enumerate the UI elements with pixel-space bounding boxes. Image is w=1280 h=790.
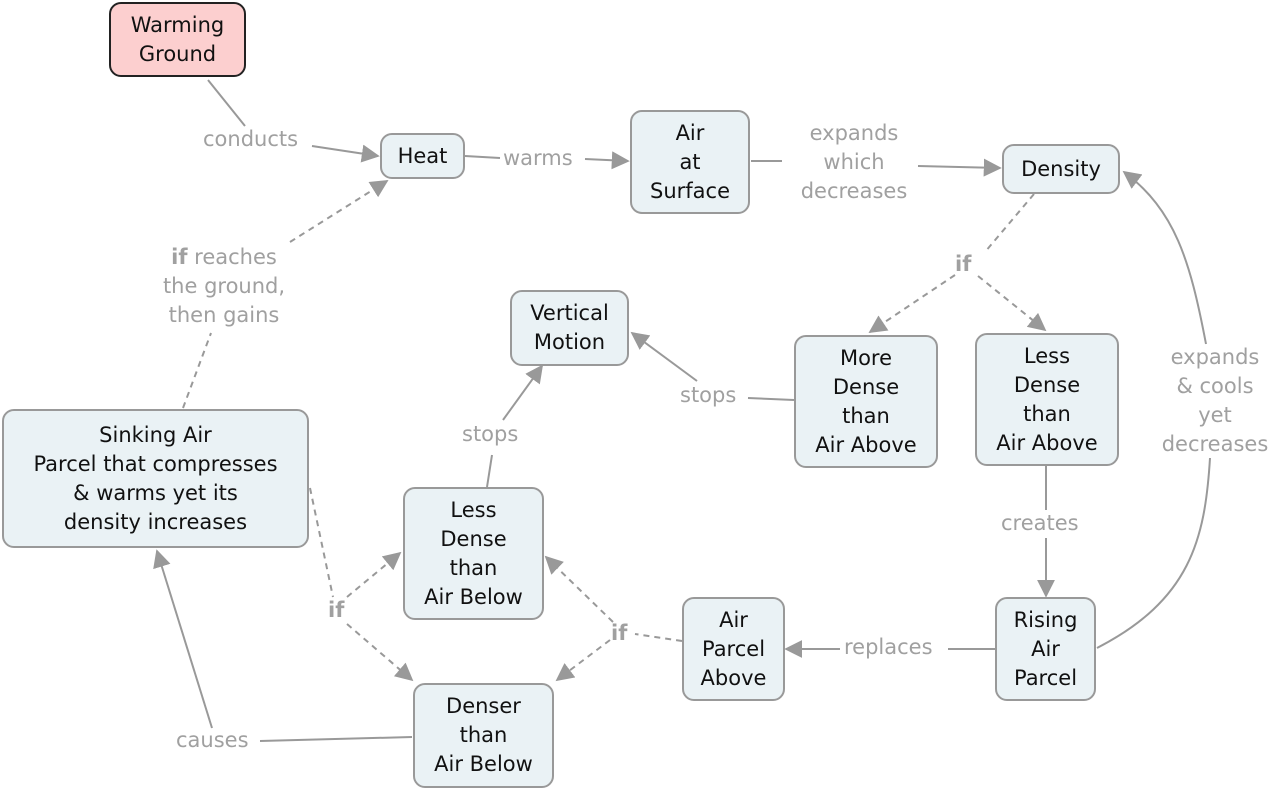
link-less-below-stops: [486, 454, 493, 488]
node-less-dense-below[interactable]: Less Dense than Air Below: [403, 487, 544, 620]
link-ground-conducts: [207, 79, 246, 127]
link-parcel-if: [634, 633, 683, 642]
label-if-density: if: [955, 252, 972, 276]
link-denser-causes: [259, 736, 413, 742]
label-if-left: if: [328, 598, 345, 622]
label-stops-2: stops: [462, 422, 519, 446]
label-creates: creates: [1001, 511, 1079, 535]
link-stops-vertical-2: [502, 364, 544, 421]
link-warms-air: [584, 151, 630, 170]
node-less-dense-above[interactable]: Less Dense than Air Above: [975, 333, 1119, 466]
link-if-denser-below: [555, 639, 611, 682]
link-expands-density-2: [1122, 170, 1207, 345]
node-air-parcel-above[interactable]: Air Parcel Above: [682, 597, 785, 701]
link-if-less-below-2: [346, 551, 402, 598]
label-expands-which-decreases: expands which decreases: [800, 121, 908, 203]
label-replaces: replaces: [844, 635, 933, 659]
node-more-dense-above[interactable]: More Dense than Air Above: [794, 335, 938, 468]
link-if-denser-below-2: [346, 623, 414, 682]
label-conducts: conducts: [203, 127, 299, 151]
label-expands-cools: expands & cools yet decreases: [1161, 345, 1269, 456]
link-if-less-dense: [977, 275, 1047, 332]
link-if-more-dense: [868, 274, 956, 334]
link-sinking-if: [309, 487, 334, 598]
node-density[interactable]: Density: [1002, 144, 1120, 194]
link-conducts-heat: [311, 144, 380, 163]
concept-map: Warming Ground Heat Air at Surface Densi…: [0, 0, 1280, 790]
label-stops-1: stops: [680, 383, 737, 407]
link-density-if: [984, 193, 1035, 253]
label-if-reaches: if reaches the ground, then gains: [150, 243, 298, 330]
link-causes-sinking: [153, 549, 213, 729]
link-sinking-if-reaches: [182, 332, 212, 409]
node-air-at-surface[interactable]: Air at Surface: [630, 110, 750, 214]
node-sinking-air[interactable]: Sinking Air Parcel that compresses & war…: [2, 409, 309, 548]
link-heat-warms: [464, 155, 501, 159]
label-if-reaches-if: if: [171, 245, 188, 269]
link-if-less-below: [544, 555, 614, 623]
link-expands-density: [917, 158, 1002, 177]
node-denser-below[interactable]: Denser than Air Below: [413, 683, 554, 788]
node-vertical-motion[interactable]: Vertical Motion: [510, 290, 629, 366]
node-heat[interactable]: Heat: [380, 133, 465, 179]
node-rising-air-parcel[interactable]: Rising Air Parcel: [995, 597, 1096, 701]
link-stops-vertical: [630, 331, 698, 382]
node-warming-ground[interactable]: Warming Ground: [109, 2, 246, 77]
link-if-reaches-heat: [289, 180, 389, 243]
link-rising-expands: [1096, 457, 1211, 649]
link-more-dense-stops: [747, 397, 795, 401]
label-warms: warms: [503, 146, 573, 170]
label-causes: causes: [176, 728, 249, 752]
label-if-right: if: [611, 621, 628, 645]
